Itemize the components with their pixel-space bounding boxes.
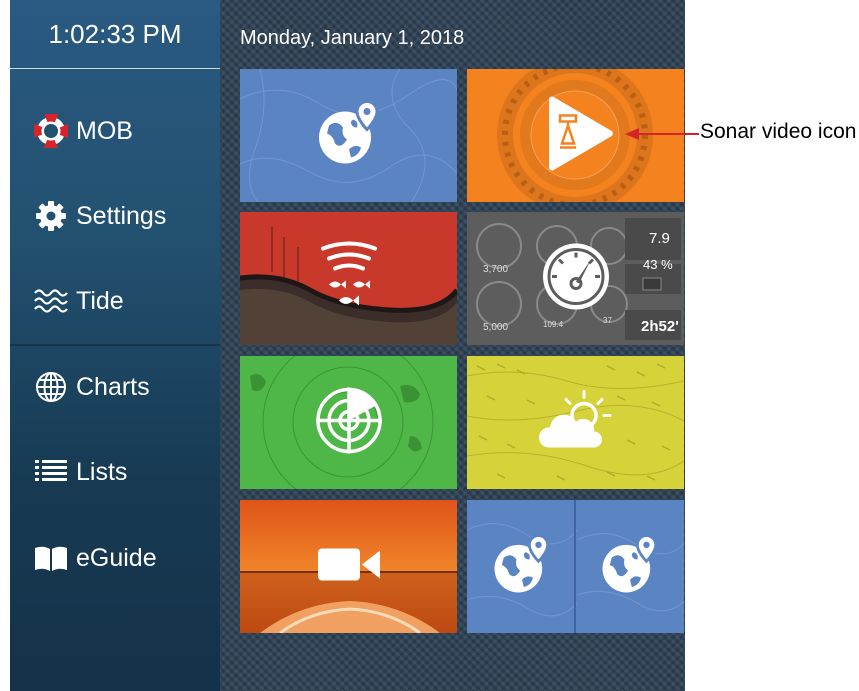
sidebar-item-label: eGuide xyxy=(76,543,157,572)
sidebar-item-label: Settings xyxy=(76,201,167,230)
sidebar-item-label: Lists xyxy=(76,457,128,486)
sidebar-item-mob[interactable]: MOB xyxy=(32,103,212,159)
fish-finder-icon xyxy=(309,236,389,321)
sidebar-item-label: MOB xyxy=(76,116,133,145)
tile-weather[interactable] xyxy=(467,356,684,489)
clock: 1:02:33 PM xyxy=(10,0,220,69)
sidebar-divider xyxy=(10,344,220,346)
earth-pin-icon xyxy=(489,532,555,603)
weather-icon xyxy=(536,389,616,456)
tile-fish-finder[interactable] xyxy=(240,212,457,345)
waves-icon xyxy=(32,283,70,319)
instrument-value: 109.4 xyxy=(543,320,564,329)
date-label: Monday, January 1, 2018 xyxy=(240,27,465,49)
globe-icon xyxy=(32,369,70,405)
gauge-icon xyxy=(539,239,613,318)
sidebar-item-settings[interactable]: Settings xyxy=(32,188,212,244)
sidebar-item-label: Charts xyxy=(76,372,150,401)
instrument-value: 7.9 xyxy=(649,230,670,247)
callout-arrow xyxy=(625,125,701,148)
device-screen: 1:02:33 PM MOB Settings Tide Charts List… xyxy=(10,0,685,691)
sidebar-item-eguide[interactable]: eGuide xyxy=(32,530,212,586)
earth-pin-icon xyxy=(313,97,385,174)
tile-instruments[interactable]: 3,700 5,000 109.4 37 7.9 43 % 2h52' xyxy=(467,212,684,345)
instrument-value: 43 % xyxy=(643,257,673,272)
instrument-value: 5,000 xyxy=(483,322,509,333)
sidebar: 1:02:33 PM MOB Settings Tide Charts List… xyxy=(10,0,220,691)
sidebar-item-tide[interactable]: Tide xyxy=(32,273,212,329)
sidebar-item-label: Tide xyxy=(76,286,124,315)
instrument-value: 3,700 xyxy=(483,264,509,275)
earth-pin-icon xyxy=(597,532,663,603)
gear-icon xyxy=(32,198,70,234)
instrument-value: 2h52' xyxy=(641,318,679,335)
sidebar-item-charts[interactable]: Charts xyxy=(32,359,212,415)
radar-icon xyxy=(312,383,386,462)
home-screen: Monday, January 1, 2018 3,700 5,000 109.… xyxy=(220,0,685,691)
sidebar-item-lists[interactable]: Lists xyxy=(32,444,212,500)
sonar-play-icon xyxy=(536,93,616,178)
tile-chart[interactable] xyxy=(240,69,457,202)
lifebuoy-icon xyxy=(32,113,70,149)
tile-radar[interactable] xyxy=(240,356,457,489)
tile-camera[interactable] xyxy=(240,500,457,633)
book-icon xyxy=(32,540,70,576)
callout-label: Sonar video icon xyxy=(700,120,857,143)
video-camera-icon xyxy=(316,544,382,589)
list-icon xyxy=(32,454,70,490)
tile-dual-chart[interactable] xyxy=(467,500,684,633)
